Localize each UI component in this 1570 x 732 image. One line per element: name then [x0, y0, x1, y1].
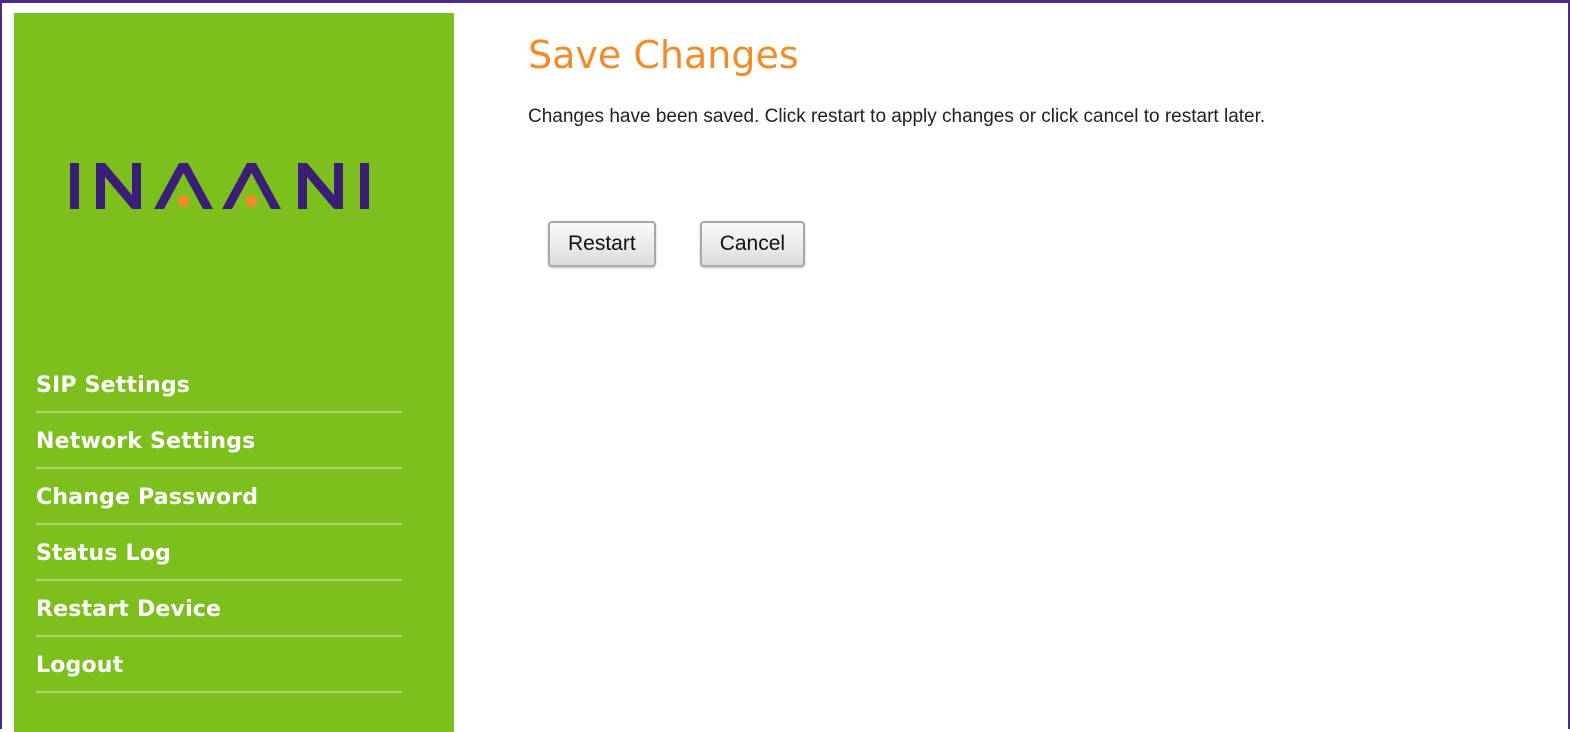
button-row: Restart Cancel [548, 221, 806, 267]
cancel-button[interactable]: Cancel [699, 221, 806, 267]
page-title: Save Changes [528, 33, 799, 77]
sidebar-item-restart-device[interactable]: Restart Device [36, 581, 402, 637]
sidebar-item-label[interactable]: Change Password [36, 485, 258, 510]
main-content: Save Changes Changes have been saved. Cl… [528, 31, 1528, 267]
sidebar-nav: SIP Settings Network Settings Change Pas… [36, 357, 402, 693]
sidebar-item-label[interactable]: SIP Settings [36, 373, 190, 398]
inaani-logo [70, 163, 369, 209]
sidebar-item-sip-settings[interactable]: SIP Settings [36, 357, 402, 413]
sidebar-item-label[interactable]: Restart Device [36, 597, 221, 622]
sidebar-item-logout[interactable]: Logout [36, 637, 402, 693]
app-window: SIP Settings Network Settings Change Pas… [0, 0, 1570, 732]
sidebar-item-change-password[interactable]: Change Password [36, 469, 402, 525]
sidebar-item-network-settings[interactable]: Network Settings [36, 413, 402, 469]
sidebar-item-status-log[interactable]: Status Log [36, 525, 402, 581]
sidebar-item-label[interactable]: Status Log [36, 541, 171, 566]
sidebar: SIP Settings Network Settings Change Pas… [14, 13, 454, 732]
sidebar-item-label[interactable]: Logout [36, 653, 123, 678]
status-message: Changes have been saved. Click restart t… [528, 106, 1266, 127]
restart-button[interactable]: Restart [548, 221, 656, 267]
sidebar-item-label[interactable]: Network Settings [36, 429, 255, 454]
